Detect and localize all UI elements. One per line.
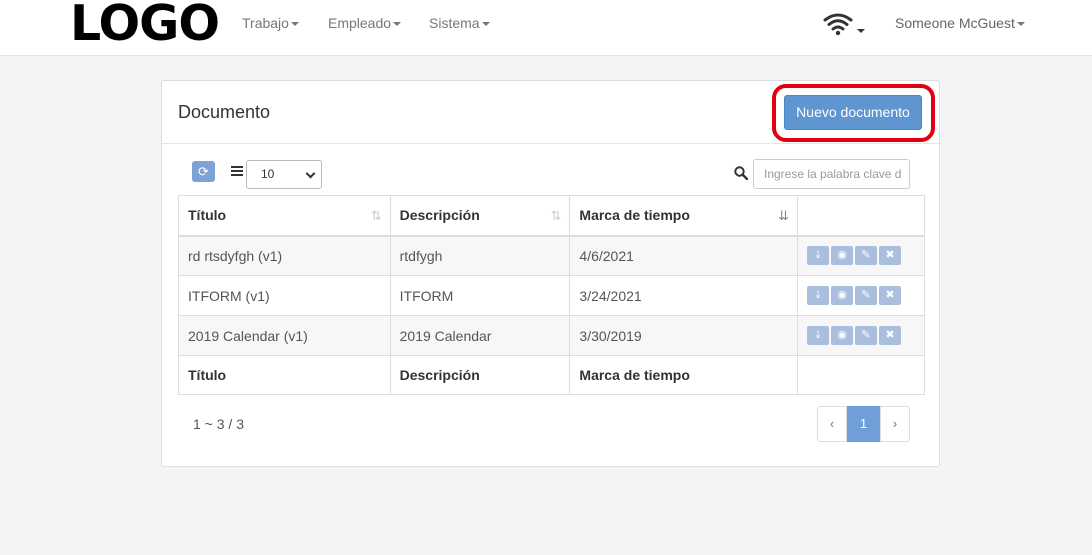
- page-1-button[interactable]: 1: [847, 406, 880, 442]
- edit-icon[interactable]: ✎: [855, 246, 878, 266]
- row-actions: ⤓ ◉ ✎ ✖: [797, 315, 925, 356]
- download-icon[interactable]: ⤓: [807, 286, 830, 305]
- user-name: Someone McGuest: [895, 15, 1015, 31]
- nav-empleado-label: Empleado: [328, 15, 392, 31]
- column-header-actions: [797, 195, 925, 237]
- refresh-button[interactable]: ⟳: [192, 161, 215, 182]
- logo[interactable]: LOGO: [70, 0, 220, 48]
- column-footer-title: Título: [178, 355, 391, 395]
- row-actions: ⤓ ◉ ✎ ✖: [797, 235, 925, 276]
- cell-description: rtdfygh: [389, 235, 571, 276]
- cell-description: ITFORM: [389, 275, 571, 316]
- view-icon[interactable]: ◉: [831, 286, 854, 305]
- panel-heading: Documento Nuevo documento: [162, 81, 939, 144]
- next-page-button[interactable]: ›: [880, 406, 910, 442]
- view-icon[interactable]: ◉: [831, 326, 854, 345]
- page-size-value: 10: [261, 167, 275, 181]
- prev-page-button[interactable]: ‹: [817, 406, 847, 442]
- edit-icon[interactable]: ✎: [855, 286, 878, 305]
- sort-desc-icon: ⇊: [778, 208, 790, 223]
- page-size-select[interactable]: 10: [246, 160, 322, 189]
- table-row: 2019 Calendar (v1) 2019 Calendar 3/30/20…: [178, 315, 925, 356]
- column-footer-description: Descripción: [389, 355, 571, 395]
- caret-down-icon: [393, 22, 402, 27]
- nav-trabajo[interactable]: Trabajo: [242, 15, 299, 31]
- column-header-timestamp-label: Marca de tiempo: [579, 207, 690, 224]
- cell-title: 2019 Calendar (v1): [178, 315, 391, 356]
- nav-empleado[interactable]: Empleado: [328, 15, 402, 31]
- sort-icon: ⇅: [370, 208, 382, 223]
- caret-down-icon: [481, 22, 490, 27]
- pagination-summary: 1 ~ 3 / 3: [193, 416, 244, 432]
- column-header-title[interactable]: Título ⇅: [178, 195, 391, 237]
- wifi-menu[interactable]: [822, 12, 866, 38]
- view-icon[interactable]: ◉: [831, 246, 854, 266]
- panel-title: Documento: [178, 102, 271, 122]
- table-row: rd rtsdyfgh (v1) rtdfygh 4/6/2021 ⤓ ◉ ✎ ✖: [178, 235, 925, 276]
- nav-sistema[interactable]: Sistema: [429, 15, 490, 31]
- download-icon[interactable]: ⤓: [807, 326, 830, 345]
- delete-icon[interactable]: ✖: [879, 246, 902, 266]
- column-footer-actions: [797, 355, 925, 395]
- edit-icon[interactable]: ✎: [855, 326, 878, 345]
- row-actions: ⤓ ◉ ✎ ✖: [797, 275, 925, 316]
- column-header-timestamp[interactable]: Marca de tiempo ⇊: [569, 195, 799, 237]
- column-header-description-label: Descripción: [399, 207, 480, 224]
- nav-sistema-label: Sistema: [429, 15, 480, 31]
- caret-down-icon: [1016, 22, 1025, 27]
- documents-table: Título ⇅ Descripción ⇅ Marca de tiempo ⇊ rd…: [178, 195, 925, 395]
- search-icon: [734, 166, 748, 180]
- delete-icon[interactable]: ✖: [879, 286, 902, 305]
- documents-panel: Documento Nuevo documento ⟳ 10 Ingrese l…: [161, 80, 940, 467]
- chevron-down-icon: [305, 168, 316, 179]
- column-header-title-label: Título: [188, 207, 227, 224]
- table-row: ITFORM (v1) ITFORM 3/24/2021 ⤓ ◉ ✎ ✖: [178, 275, 925, 316]
- pagination: ‹ 1 ›: [817, 406, 910, 442]
- cell-timestamp: 4/6/2021: [569, 235, 799, 276]
- cell-timestamp: 3/30/2019: [569, 315, 799, 356]
- cell-title: ITFORM (v1): [178, 275, 391, 316]
- caret-down-icon: [290, 22, 299, 27]
- refresh-icon: ⟳: [198, 164, 209, 179]
- list-icon: [231, 166, 243, 176]
- sort-icon: ⇅: [550, 208, 562, 223]
- cell-timestamp: 3/24/2021: [569, 275, 799, 316]
- column-footer-timestamp: Marca de tiempo: [569, 355, 799, 395]
- nav-trabajo-label: Trabajo: [242, 15, 289, 31]
- wifi-icon: [823, 13, 865, 36]
- search-input[interactable]: Ingrese la palabra clave d: [753, 159, 910, 189]
- delete-icon[interactable]: ✖: [879, 326, 902, 345]
- download-icon[interactable]: ⤓: [807, 246, 830, 266]
- top-navbar: LOGO Trabajo Empleado Sistema Someone Mc…: [0, 0, 1092, 56]
- cell-description: 2019 Calendar: [389, 315, 571, 356]
- new-document-button[interactable]: Nuevo documento: [784, 95, 922, 130]
- column-header-description[interactable]: Descripción ⇅: [389, 195, 571, 237]
- user-menu[interactable]: Someone McGuest: [895, 15, 1025, 31]
- cell-title: rd rtsdyfgh (v1): [178, 235, 391, 276]
